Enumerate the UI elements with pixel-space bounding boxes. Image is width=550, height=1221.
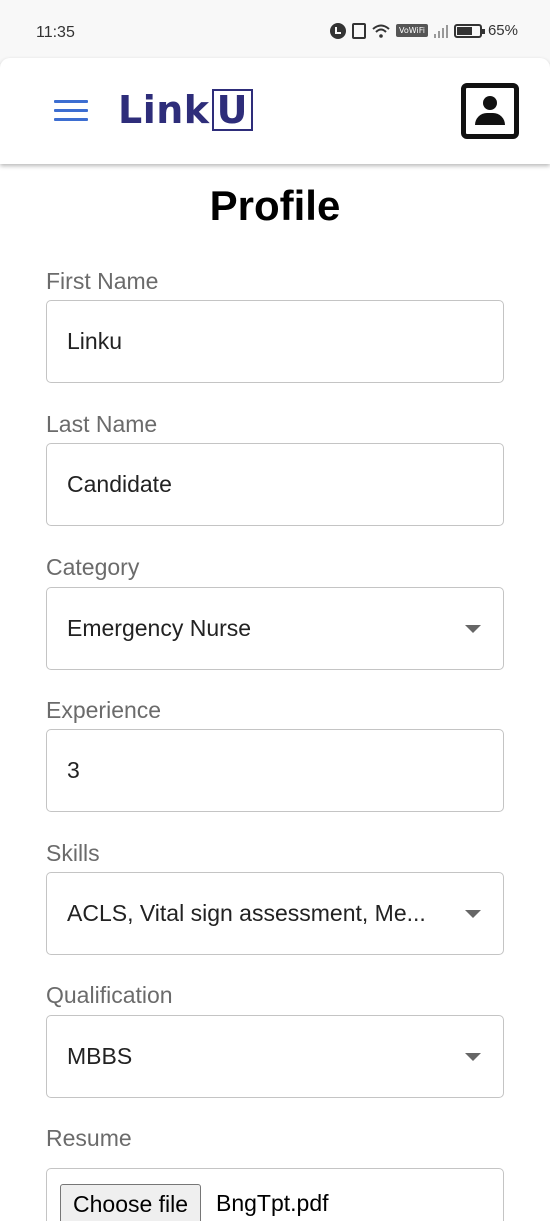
qualification-value: MBBS — [67, 1043, 133, 1069]
category-label: Category — [46, 554, 140, 580]
first-name-field[interactable]: Linku — [46, 300, 504, 383]
vowifi-icon: VoWiFi — [396, 24, 428, 37]
resume-file-name: BngTpt.pdf — [216, 1190, 329, 1216]
qualification-label: Qualification — [46, 982, 173, 1008]
battery-icon — [453, 23, 485, 38]
battery-percent: 65% — [487, 22, 518, 39]
skills-label: Skills — [46, 840, 100, 866]
profile-body-shape — [475, 113, 505, 125]
status-icons: VoWiFi 65% — [330, 22, 518, 39]
status-time: 11:35 — [36, 24, 75, 41]
last-name-label: Last Name — [46, 411, 158, 437]
status-bar: 11:35 VoWiFi 65% — [0, 0, 550, 64]
chevron-down-icon[interactable] — [465, 910, 481, 918]
last-name-value: Candidate — [67, 471, 172, 497]
experience-field[interactable]: 3 — [46, 729, 504, 812]
page-title: Profile — [209, 182, 341, 229]
experience-label: Experience — [46, 697, 162, 723]
category-select[interactable]: Emergency Nurse — [46, 587, 504, 670]
experience-value: 3 — [67, 757, 80, 783]
first-name-value: Linku — [67, 328, 122, 354]
category-value: Emergency Nurse — [67, 615, 252, 641]
qualification-select[interactable]: MBBS — [46, 1015, 504, 1098]
first-name-label: First Name — [46, 268, 159, 294]
hamburger-menu-icon[interactable] — [54, 100, 88, 122]
vibrate-icon — [352, 22, 367, 39]
logo-text: Link — [118, 88, 210, 132]
resume-file-input[interactable]: Choose file BngTpt.pdf — [46, 1168, 504, 1221]
profile-head-shape — [483, 96, 497, 110]
last-name-field[interactable]: Candidate — [46, 443, 504, 526]
choose-file-button[interactable]: Choose file — [60, 1184, 202, 1221]
resume-label: Resume — [46, 1125, 132, 1151]
logo-box-text: U — [211, 89, 253, 131]
skills-value: ACLS, Vital sign assessment, Me... — [67, 900, 426, 926]
profile-icon[interactable] — [461, 83, 519, 139]
chevron-down-icon[interactable] — [465, 1053, 481, 1061]
wifi-icon — [372, 24, 390, 38]
signal-icon — [433, 24, 448, 38]
alarm-icon — [330, 22, 347, 39]
app-logo[interactable]: Link U — [118, 88, 253, 132]
chevron-down-icon[interactable] — [465, 625, 481, 633]
app-header: Link U — [0, 58, 550, 164]
skills-select[interactable]: ACLS, Vital sign assessment, Me... — [46, 872, 504, 955]
